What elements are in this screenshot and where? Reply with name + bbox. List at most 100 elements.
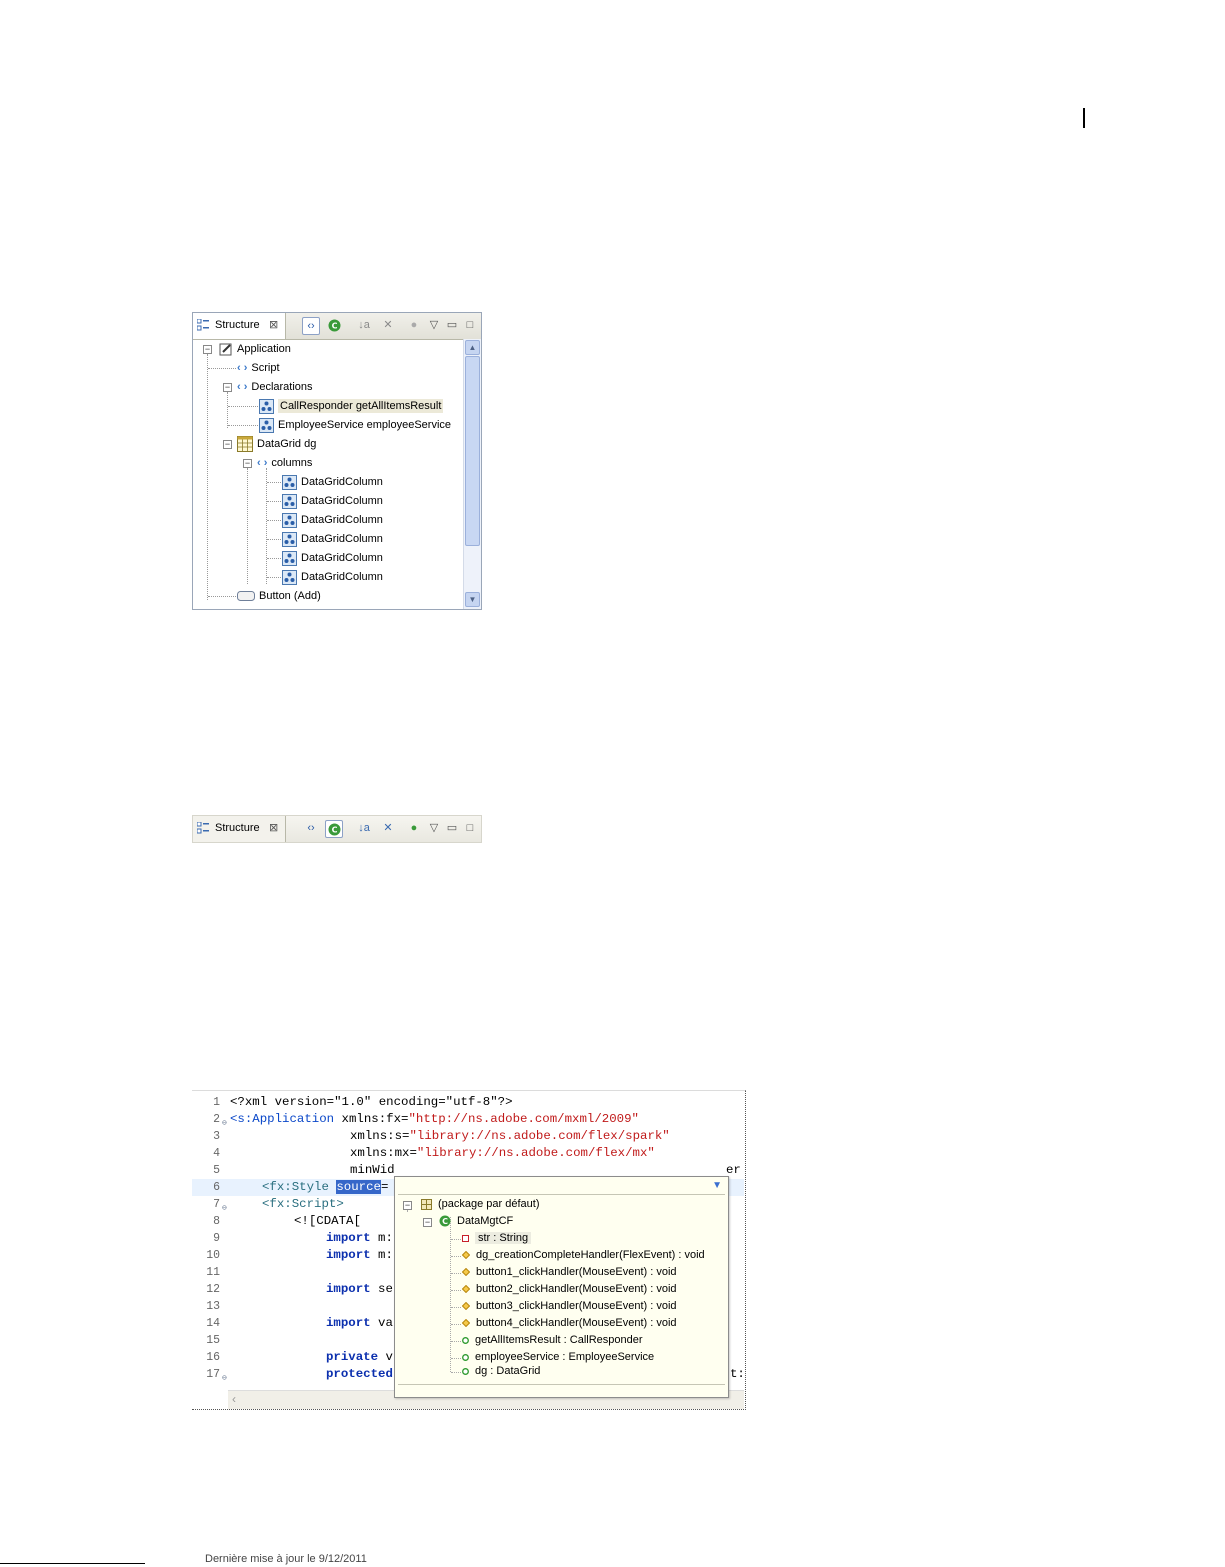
tree-guide	[228, 406, 258, 407]
public-field-icon	[462, 1367, 469, 1375]
collapse-toggle[interactable]: −	[203, 345, 212, 354]
chevron-down-icon: ▼	[468, 595, 477, 604]
scroll-down-button[interactable]: ▼	[465, 592, 480, 607]
show-mxml-button[interactable]: ‹›	[302, 317, 320, 335]
tree-node-button[interactable]: Button (Add)	[237, 587, 321, 605]
component-icon	[282, 531, 297, 547]
line-number: 2	[213, 1113, 220, 1126]
hide-static-icon: ✕	[383, 319, 393, 331]
line-number: 9	[213, 1232, 220, 1245]
show-actionscript-button[interactable]: C	[325, 820, 343, 838]
vertical-scrollbar[interactable]: ▲ ▼	[463, 339, 481, 609]
line-number: 14	[206, 1317, 220, 1330]
tree-guide	[267, 558, 281, 559]
component-icon	[282, 474, 297, 490]
collapse-toggle[interactable]: −	[423, 1218, 432, 1227]
view-menu-button[interactable]: ▽	[425, 820, 443, 838]
show-actionscript-button[interactable]: C	[325, 317, 343, 335]
tree-guide	[451, 1341, 461, 1342]
code-line: 1 <?xml version="1.0" encoding="utf-8"?>	[192, 1094, 744, 1111]
chevron-left-icon[interactable]: ‹	[232, 1392, 236, 1406]
tag-icon: ‹ ›	[257, 457, 268, 470]
tree-guide	[450, 1217, 451, 1372]
maximize-button[interactable]: □	[461, 317, 479, 335]
collapse-toggle[interactable]: −	[223, 383, 232, 392]
line-number: 15	[206, 1334, 220, 1347]
view-menu-button[interactable]: ▽	[425, 317, 443, 335]
collapse-toggle[interactable]: −	[243, 459, 252, 468]
line-number: 3	[213, 1130, 220, 1143]
tab-structure[interactable]: Structure ⊠	[193, 816, 286, 842]
tree-guide	[451, 1358, 461, 1359]
component-icon	[282, 512, 297, 528]
tab-structure-label: Structure	[215, 319, 260, 331]
sort-button[interactable]: ↓a	[355, 820, 373, 838]
outline-node-member[interactable]: str : String	[462, 1230, 532, 1247]
minimize-icon: ▭	[446, 822, 458, 834]
line-number: 16	[206, 1351, 220, 1364]
maximize-button[interactable]: □	[461, 820, 479, 838]
dot-icon: ●	[410, 319, 418, 331]
tree-guide	[267, 482, 281, 483]
chevron-down-icon: ▽	[429, 319, 439, 331]
outline-node-member[interactable]: button1_clickHandler(MouseEvent) : void	[462, 1264, 677, 1281]
structure-panel-toolbar: Structure ⊠ ‹› C ↓a ✕ ● ▽ ▭ □	[192, 815, 482, 843]
chevron-up-icon: ▲	[468, 343, 477, 352]
chevron-down-icon[interactable]: ▼	[712, 1180, 722, 1191]
tree-node-datagrid[interactable]: DataGrid dg	[237, 435, 316, 453]
outline-node-class[interactable]: C DataMgtCF	[439, 1213, 513, 1230]
tree-node-datagridcolumn[interactable]: DataGridColumn	[282, 511, 383, 529]
popup-separator	[398, 1194, 725, 1195]
scroll-thumb[interactable]	[465, 356, 480, 546]
tree-node-datagridcolumn[interactable]: DataGridColumn	[282, 492, 383, 510]
close-icon[interactable]: ⊠	[269, 821, 278, 834]
line-number: 12	[206, 1283, 220, 1296]
popup-separator	[398, 1384, 725, 1385]
outline-node-member[interactable]: button3_clickHandler(MouseEvent) : void	[462, 1298, 677, 1315]
hide-nonpublic-button[interactable]: ●	[405, 317, 423, 335]
protected-method-icon	[462, 1302, 470, 1311]
tab-structure[interactable]: Structure ⊠	[193, 313, 286, 339]
tree-node-declarations[interactable]: ‹ › Declarations	[237, 378, 313, 396]
hide-static-button[interactable]: ✕	[379, 317, 397, 335]
sort-button[interactable]: ↓a	[355, 317, 373, 335]
collapse-toggle[interactable]: −	[223, 440, 232, 449]
tree-node-datagridcolumn[interactable]: DataGridColumn	[282, 549, 383, 567]
scroll-up-button[interactable]: ▲	[465, 340, 480, 355]
outline-node-member[interactable]: getAllItemsResult : CallResponder	[462, 1332, 643, 1349]
tree-node-columns[interactable]: ‹ › columns	[257, 454, 312, 472]
hide-nonpublic-button[interactable]: ●	[405, 820, 423, 838]
fold-icon[interactable]: ⊖	[222, 1370, 227, 1387]
outline-node-member[interactable]: button4_clickHandler(MouseEvent) : void	[462, 1315, 677, 1332]
tree-node-datagridcolumn[interactable]: DataGridColumn	[282, 568, 383, 586]
outline-node-package[interactable]: (package par défaut)	[421, 1196, 540, 1213]
class-icon: C	[439, 1215, 451, 1227]
hide-static-button[interactable]: ✕	[379, 820, 397, 838]
structure-tabbar: Structure ⊠ ‹› C ↓a ✕ ● ▽ ▭ □	[193, 313, 481, 340]
minimize-button[interactable]: ▭	[443, 820, 461, 838]
svg-text:C: C	[442, 1217, 448, 1226]
angle-brackets-icon: ‹›	[307, 320, 315, 332]
protected-method-icon	[462, 1251, 470, 1260]
outline-node-member[interactable]: dg_creationCompleteHandler(FlexEvent) : …	[462, 1247, 705, 1264]
tag-icon: ‹ ›	[237, 362, 248, 375]
tree-node-datagridcolumn[interactable]: DataGridColumn	[282, 530, 383, 548]
component-icon	[259, 417, 274, 433]
close-icon[interactable]: ⊠	[269, 318, 278, 331]
code-line: 2 ⊖ <s:Application xmlns:fx="http://ns.ado…	[192, 1111, 744, 1128]
footer-text: Dernière mise à jour le 9/12/2011	[205, 1553, 367, 1565]
outline-node-member[interactable]: button2_clickHandler(MouseEvent) : void	[462, 1281, 677, 1298]
tree-node-application[interactable]: Application	[219, 340, 291, 358]
tree-guide	[247, 468, 248, 584]
tree-guide	[451, 1239, 461, 1240]
show-mxml-button[interactable]: ‹›	[302, 820, 320, 838]
collapse-toggle[interactable]: −	[403, 1201, 412, 1210]
tree-node-datagridcolumn[interactable]: DataGridColumn	[282, 473, 383, 491]
application-icon	[219, 343, 232, 356]
tree-guide	[227, 392, 228, 428]
tree-node-callresponder[interactable]: CallResponder getAllItemsResult	[259, 397, 444, 415]
tree-node-employeeservice[interactable]: EmployeeService employeeService	[259, 416, 451, 434]
outline-node-member[interactable]: dg : DataGrid	[462, 1363, 540, 1380]
tree-node-script[interactable]: ‹ › Script	[237, 359, 280, 377]
minimize-button[interactable]: ▭	[443, 317, 461, 335]
